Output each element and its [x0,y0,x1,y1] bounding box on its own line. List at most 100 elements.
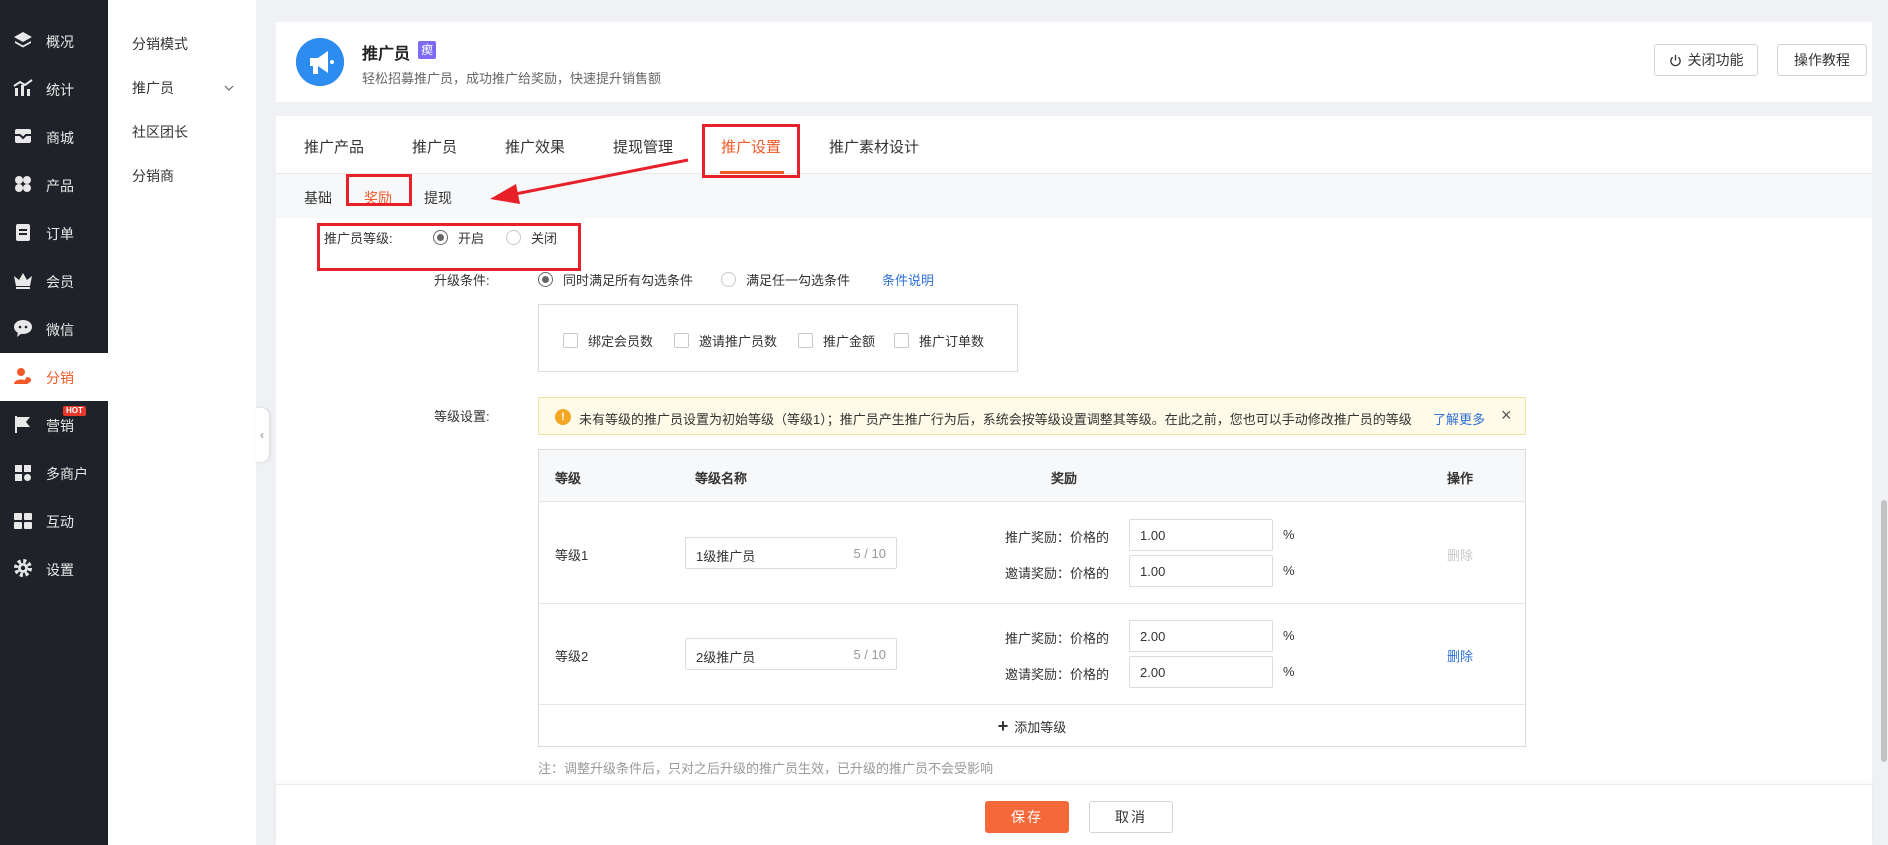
level-notice: ! 未有等级的推广员设置为初始等级（等级1）；推广员产生推广行为后，系统会按等级… [538,397,1526,435]
subtab-withdraw[interactable]: 提现 [424,188,452,208]
level-settings-label: 等级设置: [434,409,490,424]
invite-reward-input[interactable]: 2.00 [1129,656,1273,688]
invite-reward-label: 邀请奖励：价格的 [1005,566,1110,581]
nav-item-products[interactable]: 产品 [0,161,108,209]
interact-icon [12,509,34,531]
gear-icon [12,557,34,579]
delete-button[interactable]: 删除 [1447,646,1473,665]
wechat-icon [12,317,34,339]
secondary-nav: 分销模式 推广员 社区团长 分销商 [108,0,256,845]
subnav-item-distributor[interactable]: 分销商 [132,166,174,186]
hot-badge: HOT [63,406,86,416]
flag-icon [12,413,34,435]
nav-item-interaction[interactable]: 互动 [0,497,108,545]
tab-promo-effect[interactable]: 推广效果 [505,136,565,157]
chevron-left-icon: ‹ [260,428,264,442]
close-icon[interactable]: × [1501,405,1512,426]
user-icon [12,365,34,387]
invite-promoters-checkbox[interactable]: 邀请推广员数 [674,331,777,350]
nav-item-wechat[interactable]: 微信 [0,305,108,353]
cancel-button[interactable]: 取消 [1089,801,1173,833]
footer-bar: 保存 取消 [276,784,1872,845]
main-nav: 概况 统计 商城 产品 订单 会员 微信 分销 营销 HOT 多商户 互动 设置 [0,0,108,845]
megaphone-icon [296,38,344,86]
col-reward: 奖励 [1051,471,1078,486]
learn-more-link[interactable]: 了解更多 [1433,409,1485,428]
plus-icon: + [997,715,1009,736]
upgrade-any-radio[interactable]: 满足任一勾选条件 [721,270,850,289]
nav-item-mall[interactable]: 商城 [0,113,108,161]
page-header: 推广员 瘈 轻松招募推广员，成功推广给奖励，快速提升销售额 关闭功能 操作教程 [276,22,1872,102]
nav-item-distribution[interactable]: 分销 [0,353,108,401]
nav-item-statistics[interactable]: 统计 [0,65,108,113]
upgrade-all-radio[interactable]: 同时满足所有勾选条件 [538,270,693,289]
level-cell: 等级2 [555,649,589,664]
subnav-item-promoter[interactable]: 推广员 [132,78,234,98]
mail-icon [12,125,34,147]
level-table: 等级 等级名称 奖励 操作 等级1 1级推广员 5 / 10 推广奖励：价格的 … [538,449,1526,747]
tab-promo-material-design[interactable]: 推广素材设计 [829,136,919,157]
percent-sign: % [1283,628,1295,643]
subtab-basic[interactable]: 基础 [304,188,332,208]
promo-reward-label: 推广奖励：价格的 [1005,530,1110,545]
table-header: 等级 等级名称 奖励 操作 [539,450,1525,502]
level-name-input[interactable]: 2级推广员 5 / 10 [685,638,897,670]
collapse-sidebar-button[interactable]: ‹ [255,408,269,462]
level-name-input[interactable]: 1级推广员 5 / 10 [685,537,897,569]
save-button[interactable]: 保存 [985,801,1069,833]
close-feature-button[interactable]: 关闭功能 [1654,44,1758,76]
annotation-box-reward-subtab [346,174,412,206]
crown-icon [12,269,34,291]
chart-icon [12,77,34,99]
percent-sign: % [1283,563,1295,578]
col-action: 操作 [1447,471,1474,486]
promo-reward-label: 推广奖励：价格的 [1005,631,1110,646]
percent-sign: % [1283,527,1295,542]
layers-icon [12,29,34,51]
invite-reward-label: 邀请奖励：价格的 [1005,667,1110,682]
subnav-item-distribution-mode[interactable]: 分销模式 [132,34,188,54]
tab-withdraw-management[interactable]: 提现管理 [613,136,673,157]
nav-item-marketing[interactable]: 营销 HOT [0,401,108,449]
add-level-button[interactable]: + 添加等级 [539,706,1525,746]
subtab-bar: 基础 奖励 提现 [276,174,1872,218]
promo-reward-input[interactable]: 2.00 [1129,620,1273,652]
scrollbar-thumb[interactable] [1881,500,1887,762]
tab-promoters[interactable]: 推广员 [412,136,457,157]
char-count: 5 / 10 [853,647,886,662]
col-level-name: 等级名称 [695,471,748,486]
page-title: 推广员 [362,46,411,63]
subnav-item-community-leader[interactable]: 社区团长 [132,122,188,142]
page-subtitle: 轻松招募推广员，成功推广给奖励，快速提升销售额 [362,71,662,86]
col-level: 等级 [555,471,582,486]
annotation-box-level-toggle [317,223,581,271]
order-icon [12,221,34,243]
annotation-box-settings-tab [702,124,800,178]
condition-explain-link[interactable]: 条件说明 [882,270,934,289]
upgrade-note: 注：调整升级条件后，只对之后升级的推广员生效，已升级的推广员不会受影响 [538,761,994,776]
nav-item-members[interactable]: 会员 [0,257,108,305]
condition-checkbox-group: 绑定会员数 邀请推广员数 推广金额 推广订单数 [538,304,1018,372]
nav-item-multi-merchant[interactable]: 多商户 [0,449,108,497]
nav-item-overview[interactable]: 概况 [0,17,108,65]
invite-reward-input[interactable]: 1.00 [1129,555,1273,587]
level-cell: 等级1 [555,548,589,563]
warning-icon: ! [555,409,571,425]
title-badge: 瘈 [418,41,436,59]
tutorial-button[interactable]: 操作教程 [1777,44,1867,76]
bind-members-checkbox[interactable]: 绑定会员数 [563,331,653,350]
grid-icon [12,173,34,195]
tab-bar: 推广产品 推广员 推广效果 提现管理 推广设置 推广素材设计 [276,116,1872,174]
percent-sign: % [1283,664,1295,679]
nav-item-orders[interactable]: 订单 [0,209,108,257]
power-icon [1669,54,1682,67]
delete-button-disabled: 删除 [1447,548,1474,563]
promo-reward-input[interactable]: 1.00 [1129,519,1273,551]
table-row: 等级1 1级推广员 5 / 10 推广奖励：价格的 1.00 % 邀请奖励：价格… [539,503,1525,604]
tab-promo-products[interactable]: 推广产品 [304,136,364,157]
nav-item-settings[interactable]: 设置 [0,545,108,593]
upgrade-condition-label: 升级条件: [434,273,490,288]
promo-orders-checkbox[interactable]: 推广订单数 [894,331,984,350]
promo-amount-checkbox[interactable]: 推广金额 [798,331,875,350]
table-row: 等级2 2级推广员 5 / 10 推广奖励：价格的 2.00 % 邀请奖励：价格… [539,604,1525,705]
